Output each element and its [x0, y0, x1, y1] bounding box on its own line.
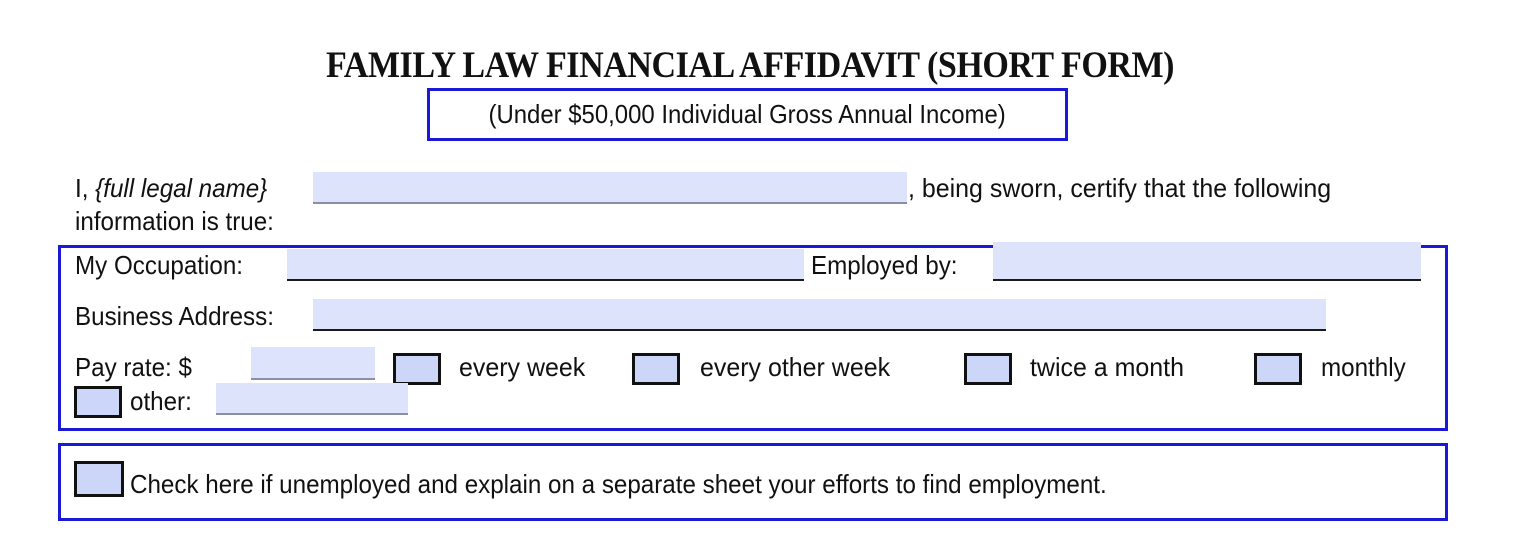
unemployed-label: Check here if unemployed and explain on … [130, 469, 1107, 499]
employer-label: Employed by: [811, 250, 958, 280]
oath-i: I, [75, 173, 89, 203]
occupation-input[interactable] [287, 249, 804, 279]
pay-rate-label: Pay rate: $ [75, 352, 192, 382]
every-other-week-label: every other week [700, 352, 891, 382]
other-field[interactable] [216, 383, 408, 415]
oath-suffix: , being sworn, certify that the followin… [908, 173, 1332, 203]
full-legal-name-input[interactable] [313, 172, 907, 202]
every-other-week-checkbox[interactable] [632, 353, 680, 385]
full-legal-name-hint: {full legal name} [95, 173, 268, 203]
subtitle-box: (Under $50,000 Individual Gross Annual I… [427, 88, 1068, 141]
unemployed-checkbox[interactable] [74, 461, 124, 497]
pay-rate-field[interactable] [251, 347, 375, 380]
business-address-input[interactable] [313, 299, 1326, 329]
other-checkbox[interactable] [74, 386, 122, 418]
occupation-label: My Occupation: [75, 250, 243, 280]
business-address-field[interactable] [313, 299, 1326, 331]
full-legal-name-field[interactable] [313, 172, 907, 204]
form-subtitle: (Under $50,000 Individual Gross Annual I… [488, 99, 1007, 129]
employer-field[interactable] [993, 242, 1421, 281]
form-title: FAMILY LAW FINANCIAL AFFIDAVIT (SHORT FO… [325, 45, 1175, 86]
twice-a-month-checkbox[interactable] [964, 353, 1012, 385]
every-week-checkbox[interactable] [393, 353, 441, 385]
business-address-label: Business Address: [75, 301, 274, 331]
other-input[interactable] [216, 383, 408, 413]
pay-rate-input[interactable] [251, 347, 375, 378]
oath-prefix: I, {full legal name} [75, 173, 267, 203]
monthly-label: monthly [1321, 352, 1406, 382]
monthly-checkbox[interactable] [1254, 353, 1302, 385]
oath-line2: information is true: [75, 206, 274, 236]
employer-input[interactable] [993, 242, 1421, 279]
every-week-label: every week [459, 352, 586, 382]
twice-a-month-label: twice a month [1030, 352, 1184, 382]
other-label: other: [130, 386, 192, 416]
occupation-field[interactable] [287, 249, 804, 281]
